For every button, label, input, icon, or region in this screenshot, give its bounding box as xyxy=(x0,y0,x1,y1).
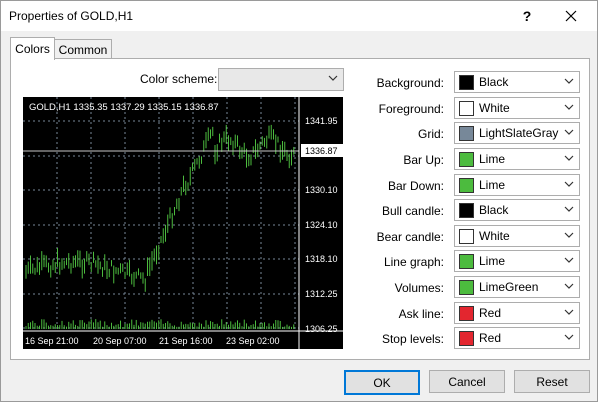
chevron-down-icon xyxy=(564,78,574,84)
color-swatch xyxy=(459,126,474,141)
chevron-down-icon xyxy=(564,257,574,263)
time-label: 16 Sep 21:00 xyxy=(25,336,79,346)
color-select-foreground[interactable]: White xyxy=(454,97,580,119)
color-select-bar-up[interactable]: Lime xyxy=(454,148,580,170)
chevron-down-icon xyxy=(564,181,574,187)
time-label: 20 Sep 07:00 xyxy=(93,336,147,346)
color-label-volumes: Volumes: xyxy=(394,281,444,295)
chart-info-text: GOLD,H1 1335.35 1337.29 1335.15 1336.87 xyxy=(29,102,219,113)
color-swatch xyxy=(459,331,474,346)
color-value: LightSlateGray xyxy=(479,126,559,140)
chevron-down-icon xyxy=(564,283,574,289)
chevron-down-icon xyxy=(564,309,574,315)
color-select-line-graph[interactable]: Lime xyxy=(454,250,580,272)
color-swatch xyxy=(459,101,474,116)
color-swatch xyxy=(459,280,474,295)
time-label: 23 Sep 02:00 xyxy=(226,336,280,346)
color-swatch xyxy=(459,178,474,193)
chevron-down-icon xyxy=(564,104,574,110)
color-swatch xyxy=(459,254,474,269)
color-value: White xyxy=(479,229,510,243)
color-select-bar-down[interactable]: Lime xyxy=(454,174,580,196)
color-swatch xyxy=(459,306,474,321)
color-swatch xyxy=(459,152,474,167)
reset-button[interactable]: Reset xyxy=(514,370,590,393)
chart-grid xyxy=(23,97,299,331)
chevron-down-icon xyxy=(564,206,574,212)
color-label-foreground: Foreground: xyxy=(378,102,444,116)
color-select-bear-candle[interactable]: White xyxy=(454,225,580,247)
chart-preview: GOLD,H1 1335.35 1337.29 1335.15 1336.87 … xyxy=(23,97,343,349)
tab-colors[interactable]: Colors xyxy=(10,37,55,60)
color-value: Lime xyxy=(479,152,506,166)
color-label-bull-candle: Bull candle: xyxy=(381,204,444,218)
color-label-bar-down: Bar Down: xyxy=(387,179,444,193)
color-select-background[interactable]: Black xyxy=(454,71,580,93)
color-label-grid: Grid: xyxy=(417,127,444,141)
price-label: 1324.10 xyxy=(305,220,338,230)
color-value: White xyxy=(479,101,510,115)
chevron-down-icon xyxy=(564,232,574,238)
price-label: 1306.25 xyxy=(305,324,338,334)
color-value: Black xyxy=(479,203,509,217)
color-select-ask-line[interactable]: Red xyxy=(454,302,580,324)
color-swatch xyxy=(459,229,474,244)
color-value: Lime xyxy=(479,254,506,268)
color-value: Red xyxy=(479,306,502,320)
color-select-stop-levels[interactable]: Red xyxy=(454,327,580,349)
color-select-grid[interactable]: LightSlateGray xyxy=(454,122,580,144)
help-button[interactable]: ? xyxy=(515,4,539,28)
color-label-bear-candle: Bear candle: xyxy=(376,230,444,244)
colors-panel: Color scheme: GOLD,H1 1335.35 1337.29 13… xyxy=(10,58,590,360)
color-label-ask-line: Ask line: xyxy=(398,307,444,321)
chart-canvas: GOLD,H1 1335.35 1337.29 1335.15 1336.87 … xyxy=(23,97,343,349)
properties-dialog: Properties of GOLD,H1 ? Colors Common Co… xyxy=(0,0,598,402)
window-title: Properties of GOLD,H1 xyxy=(9,9,134,23)
color-swatch xyxy=(459,75,474,90)
chevron-down-icon xyxy=(564,155,574,161)
color-value: Red xyxy=(479,331,502,345)
color-label-background: Background: xyxy=(376,76,444,90)
title-bar: Properties of GOLD,H1 ? xyxy=(1,1,597,31)
ok-button[interactable]: OK xyxy=(344,370,420,395)
color-select-volumes[interactable]: LimeGreen xyxy=(454,276,580,298)
price-label: 1312.25 xyxy=(305,289,338,299)
tab-common[interactable]: Common xyxy=(54,39,112,60)
color-label-bar-up: Bar Up: xyxy=(403,153,444,167)
close-icon xyxy=(565,10,577,22)
color-value: Black xyxy=(479,75,509,89)
color-scheme-select[interactable] xyxy=(218,68,344,91)
price-bars xyxy=(25,124,295,292)
price-label: 1318.10 xyxy=(305,254,338,264)
color-scheme-label: Color scheme: xyxy=(140,72,218,86)
color-label-line-graph: Line graph: xyxy=(383,255,444,269)
time-label: 21 Sep 16:00 xyxy=(159,336,213,346)
color-value: LimeGreen xyxy=(479,280,539,294)
chevron-down-icon xyxy=(328,75,338,81)
current-price-label: 1336.87 xyxy=(305,146,338,156)
chevron-down-icon xyxy=(564,129,574,135)
price-label: 1330.10 xyxy=(305,185,338,195)
price-label: 1341.95 xyxy=(305,116,338,126)
chevron-down-icon xyxy=(564,334,574,340)
cancel-button[interactable]: Cancel xyxy=(429,370,505,393)
color-label-stop-levels: Stop levels: xyxy=(381,332,444,346)
close-button[interactable] xyxy=(556,4,586,28)
color-select-bull-candle[interactable]: Black xyxy=(454,199,580,221)
color-value: Lime xyxy=(479,178,506,192)
color-swatch xyxy=(459,203,474,218)
